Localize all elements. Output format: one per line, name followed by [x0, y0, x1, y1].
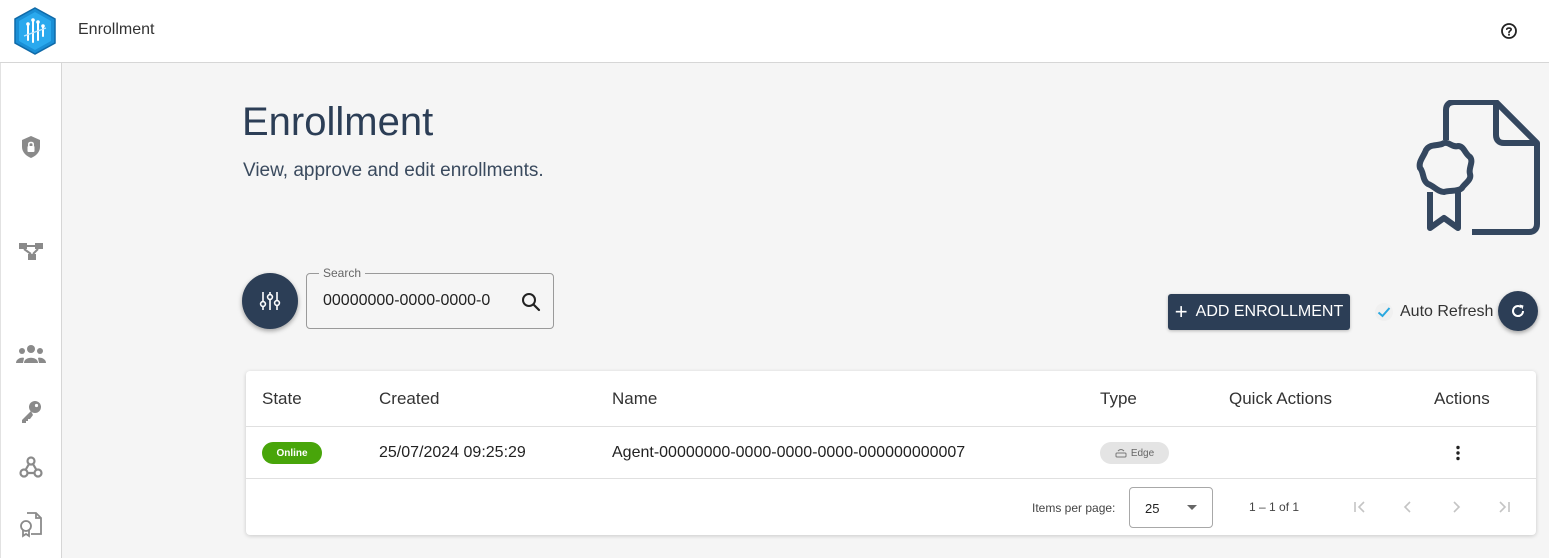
column-header-name[interactable]: Name: [612, 389, 657, 409]
add-enrollment-button[interactable]: + ADD ENROLLMENT: [1168, 294, 1350, 330]
last-page-button[interactable]: [1492, 495, 1516, 519]
search-label: Search: [319, 266, 366, 280]
page-range-label: 1 – 1 of 1: [1249, 500, 1300, 514]
plus-icon: +: [1174, 299, 1188, 324]
first-page-button[interactable]: [1348, 495, 1372, 519]
caret-down-icon: [1187, 505, 1197, 510]
row-divider: [246, 478, 1536, 479]
help-icon[interactable]: [1499, 21, 1519, 41]
column-header-created[interactable]: Created: [379, 389, 439, 409]
top-bar: Enrollment: [0, 0, 1549, 63]
certificate-icon: [20, 512, 42, 538]
chevron-left-icon: [1403, 501, 1411, 513]
last-page-icon: [1499, 501, 1510, 513]
status-badge: Online: [262, 442, 322, 464]
router-icon: [1115, 449, 1127, 458]
created-cell: 25/07/2024 09:25:29: [379, 444, 526, 461]
column-header-quick-actions: Quick Actions: [1229, 389, 1332, 408]
sidebar-item-security[interactable]: [15, 131, 47, 163]
sidebar: [0, 63, 62, 558]
auto-refresh-toggle[interactable]: Auto Refresh: [1374, 300, 1493, 324]
shield-lock-icon: [22, 136, 40, 158]
column-header-type[interactable]: Type: [1100, 389, 1137, 409]
search-icon[interactable]: [520, 291, 542, 313]
search-input[interactable]: [323, 290, 503, 312]
previous-page-button[interactable]: [1396, 495, 1420, 519]
sidebar-item-certificates[interactable]: [15, 508, 47, 540]
app-logo[interactable]: [12, 6, 58, 56]
sidebar-item-topology[interactable]: [15, 235, 47, 267]
items-per-page-label: Items per page:: [1032, 501, 1116, 515]
column-header-actions: Actions: [1434, 389, 1490, 408]
enrollment-table: State Created Name Type Quick Actions Ac…: [246, 371, 1536, 535]
refresh-button[interactable]: [1498, 291, 1538, 331]
header-divider: [246, 426, 1536, 427]
more-vertical-icon: [1456, 445, 1460, 461]
key-icon: [22, 401, 41, 423]
type-chip: Edge: [1100, 442, 1169, 464]
auto-refresh-label: Auto Refresh: [1400, 303, 1494, 320]
checkmark-icon: [1375, 303, 1393, 321]
next-page-button[interactable]: [1444, 495, 1468, 519]
users-icon: [16, 345, 46, 363]
sliders-icon: [259, 292, 281, 310]
chevron-right-icon: [1453, 501, 1461, 513]
sidebar-item-keys[interactable]: [15, 395, 47, 427]
network-nodes-icon: [19, 243, 43, 260]
webhook-icon: [19, 456, 43, 478]
page-size-value: 25: [1145, 501, 1160, 516]
name-cell: Agent-00000000-0000-0000-0000-0000000000…: [612, 444, 966, 461]
app-title: Enrollment: [78, 21, 155, 38]
page-title: Enrollment: [242, 100, 434, 144]
search-field: Search: [306, 266, 554, 329]
column-header-state[interactable]: State: [262, 389, 302, 409]
row-actions-menu-button[interactable]: [1446, 441, 1470, 465]
sidebar-item-webhooks[interactable]: [15, 451, 47, 483]
certificate-document-icon: [1416, 100, 1540, 235]
page-size-select[interactable]: 25: [1129, 487, 1213, 528]
sidebar-item-users[interactable]: [15, 338, 47, 370]
filter-button[interactable]: [242, 273, 298, 329]
type-label: Edge: [1130, 447, 1155, 459]
add-enrollment-label: ADD ENROLLMENT: [1195, 303, 1344, 320]
refresh-icon: [1512, 304, 1525, 317]
page-subtitle: View, approve and edit enrollments.: [243, 160, 544, 181]
first-page-icon: [1354, 501, 1365, 513]
